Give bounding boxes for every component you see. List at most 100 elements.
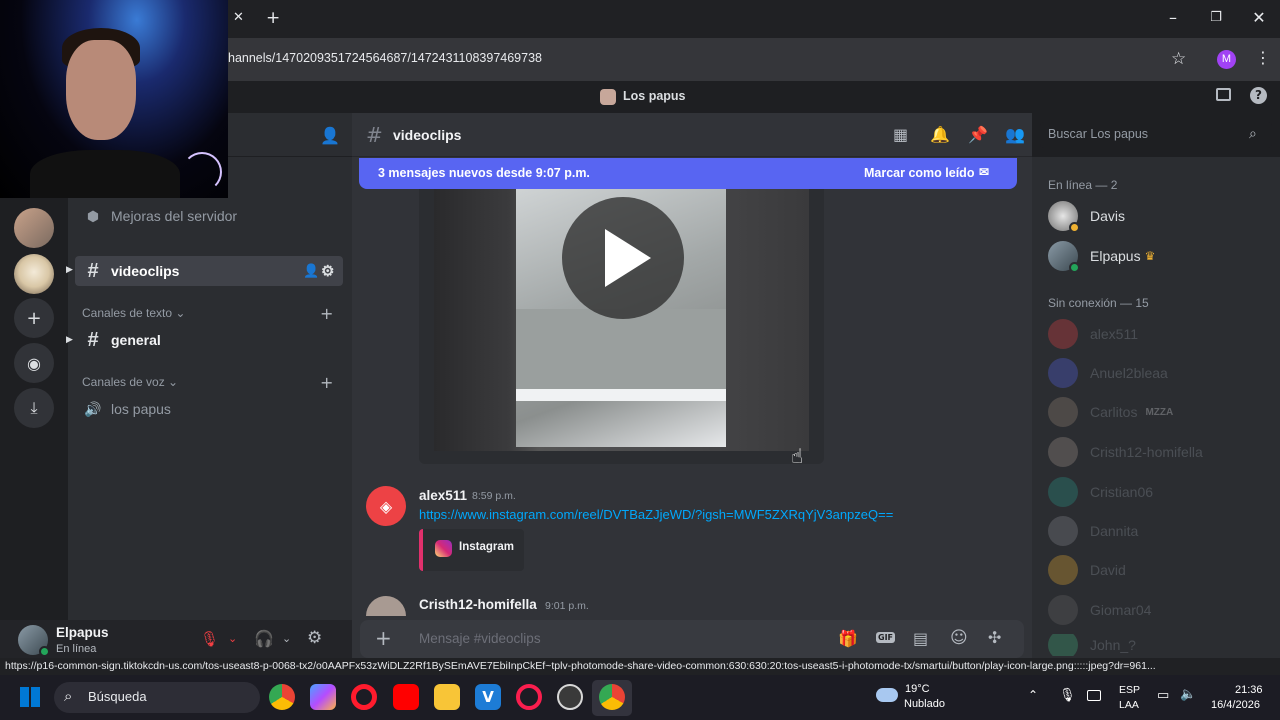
avatar[interactable]: [18, 625, 50, 657]
search-input[interactable]: Buscar Los papus: [1040, 122, 1272, 148]
member-list-icon[interactable]: 👥: [1005, 125, 1025, 144]
apps-icon[interactable]: ✣: [988, 628, 1001, 647]
obs-icon[interactable]: [557, 684, 583, 710]
youtube-icon[interactable]: [393, 684, 419, 710]
server-small-icon: [600, 89, 616, 105]
member-item[interactable]: Carlitos MZZA: [1048, 396, 1268, 428]
member-item[interactable]: Anuel2bleaa: [1048, 357, 1268, 389]
emoji-icon[interactable]: ☺: [950, 628, 968, 648]
volume-icon[interactable]: 🔈: [1180, 687, 1196, 702]
message-link[interactable]: https://www.instagram.com/reel/DVTBaZJje…: [419, 507, 893, 522]
bell-icon[interactable]: 🔔: [930, 125, 950, 144]
member-name: Giomar04: [1090, 602, 1152, 618]
member-item[interactable]: Cristh12-homifella: [1048, 436, 1268, 468]
headphones-icon[interactable]: 🎧: [254, 629, 274, 648]
network-icon[interactable]: ▭: [1157, 688, 1169, 703]
threads-icon[interactable]: ▦: [893, 125, 908, 144]
chrome-profile-icon[interactable]: [599, 684, 625, 710]
profile-avatar[interactable]: M: [1217, 50, 1236, 69]
mark-read-button[interactable]: Marcar como leído: [864, 166, 974, 180]
explore-icon[interactable]: ◉: [14, 343, 54, 383]
video-embed[interactable]: [419, 189, 824, 464]
status-idle-dot: [1069, 222, 1080, 233]
create-voice-channel-icon[interactable]: +: [320, 373, 333, 392]
server-boost-item[interactable]: ⬢ Mejoras del servidor: [75, 201, 343, 231]
member-name: Davis: [1090, 208, 1126, 224]
member-item[interactable]: Giomar04: [1048, 594, 1268, 626]
restore-icon[interactable]: ❐: [1206, 8, 1226, 28]
avatar: [1048, 358, 1078, 388]
add-server-icon[interactable]: +: [14, 298, 54, 338]
attach-plus-icon[interactable]: +: [375, 626, 392, 650]
help-icon[interactable]: ?: [1250, 87, 1267, 104]
create-text-channel-icon[interactable]: +: [320, 304, 333, 323]
mute-mic-icon[interactable]: 🎙: [200, 630, 219, 648]
text-category[interactable]: Canales de texto ⌄: [82, 306, 185, 320]
member-item[interactable]: John_?: [1048, 634, 1268, 656]
member-name: David: [1090, 562, 1126, 578]
copilot-icon[interactable]: [310, 684, 336, 710]
windows-start-icon[interactable]: [20, 687, 40, 707]
member-item[interactable]: Davis: [1048, 200, 1268, 233]
keyboard-tray-icon[interactable]: [1087, 690, 1101, 701]
browser-menu-icon[interactable]: ⋮: [1255, 48, 1271, 67]
online-header: En línea — 2: [1048, 178, 1118, 192]
lang-bottom[interactable]: LAA: [1119, 699, 1139, 711]
channel-label: videoclips: [111, 263, 180, 279]
message-composer[interactable]: + Mensaje #videoclips 🎁 GIF ▤ ☺ ✣: [360, 620, 1024, 658]
instagram-icon: [435, 540, 452, 557]
minimize-icon[interactable]: –: [1163, 8, 1183, 28]
add-member-icon[interactable]: 👤: [303, 263, 319, 279]
voice-category[interactable]: Canales de voz ⌄: [82, 375, 178, 389]
opera-icon[interactable]: [351, 684, 377, 710]
opera-gx-icon[interactable]: [516, 684, 542, 710]
message-avatar[interactable]: ◈: [366, 486, 406, 526]
search-icon: ⌕: [1249, 126, 1257, 142]
tab-close-icon[interactable]: ✕: [233, 10, 244, 25]
channel-general[interactable]: # general: [75, 325, 343, 355]
unread-indicator: ▶: [66, 265, 73, 275]
boost-icon: ⬢: [86, 207, 100, 224]
mic-tray-icon[interactable]: 🎙: [1059, 688, 1076, 703]
server-icon-1[interactable]: [14, 208, 54, 248]
gift-icon[interactable]: 🎁: [838, 629, 858, 648]
member-item[interactable]: Cristian06: [1048, 476, 1268, 508]
member-item[interactable]: alex511: [1048, 318, 1268, 350]
chevron-down-icon[interactable]: ⌄: [228, 632, 237, 645]
mark-read-icon: ✉: [979, 165, 990, 179]
visual-app-icon[interactable]: V: [475, 684, 501, 710]
link-embed[interactable]: Instagram: [419, 529, 524, 571]
member-item[interactable]: David: [1048, 554, 1268, 586]
embed-provider: Instagram: [459, 541, 514, 553]
channel-settings-icon[interactable]: ⚙: [321, 262, 334, 280]
server-icon-2[interactable]: [14, 254, 54, 294]
bookmark-star-icon[interactable]: ☆: [1171, 49, 1186, 69]
message-author[interactable]: Cristh12-homifella: [419, 597, 537, 612]
inbox-icon[interactable]: [1216, 88, 1231, 101]
pin-icon[interactable]: 📌: [968, 125, 988, 144]
close-window-icon[interactable]: ✕: [1249, 8, 1269, 28]
download-icon[interactable]: ⤓: [14, 388, 54, 428]
user-settings-icon[interactable]: ⚙: [307, 628, 322, 648]
message-input[interactable]: Mensaje #videoclips: [419, 631, 541, 646]
chevron-down-icon[interactable]: ⌄: [282, 632, 291, 645]
new-tab-button[interactable]: +: [266, 8, 280, 28]
chrome-icon[interactable]: [269, 684, 295, 710]
taskbar-search[interactable]: Búsqueda: [54, 682, 260, 713]
channel-videoclips[interactable]: # videoclips 👤 ⚙: [75, 256, 343, 286]
chevron-up-icon[interactable]: ⌃: [1028, 688, 1038, 702]
avatar: [1048, 516, 1078, 546]
gif-icon[interactable]: GIF: [876, 632, 896, 643]
clock-time[interactable]: 21:36: [1235, 684, 1263, 696]
member-item[interactable]: Elpapus ♛: [1048, 240, 1268, 273]
url-field[interactable]: hannels/1470209351724564687/147243110839…: [228, 51, 542, 65]
file-explorer-icon[interactable]: [434, 684, 460, 710]
clock-date[interactable]: 16/4/2026: [1211, 699, 1260, 711]
voice-channel-los-papus[interactable]: 🔊 los papus: [75, 394, 343, 424]
invite-people-icon[interactable]: 👤: [320, 126, 340, 145]
sticker-icon[interactable]: ▤: [913, 629, 928, 648]
lang-top[interactable]: ESP: [1119, 684, 1140, 696]
member-item[interactable]: Dannita: [1048, 515, 1268, 547]
new-messages-bar[interactable]: 3 mensajes nuevos desde 9:07 p.m. Marcar…: [359, 158, 1017, 189]
message-author[interactable]: alex511: [419, 488, 467, 503]
